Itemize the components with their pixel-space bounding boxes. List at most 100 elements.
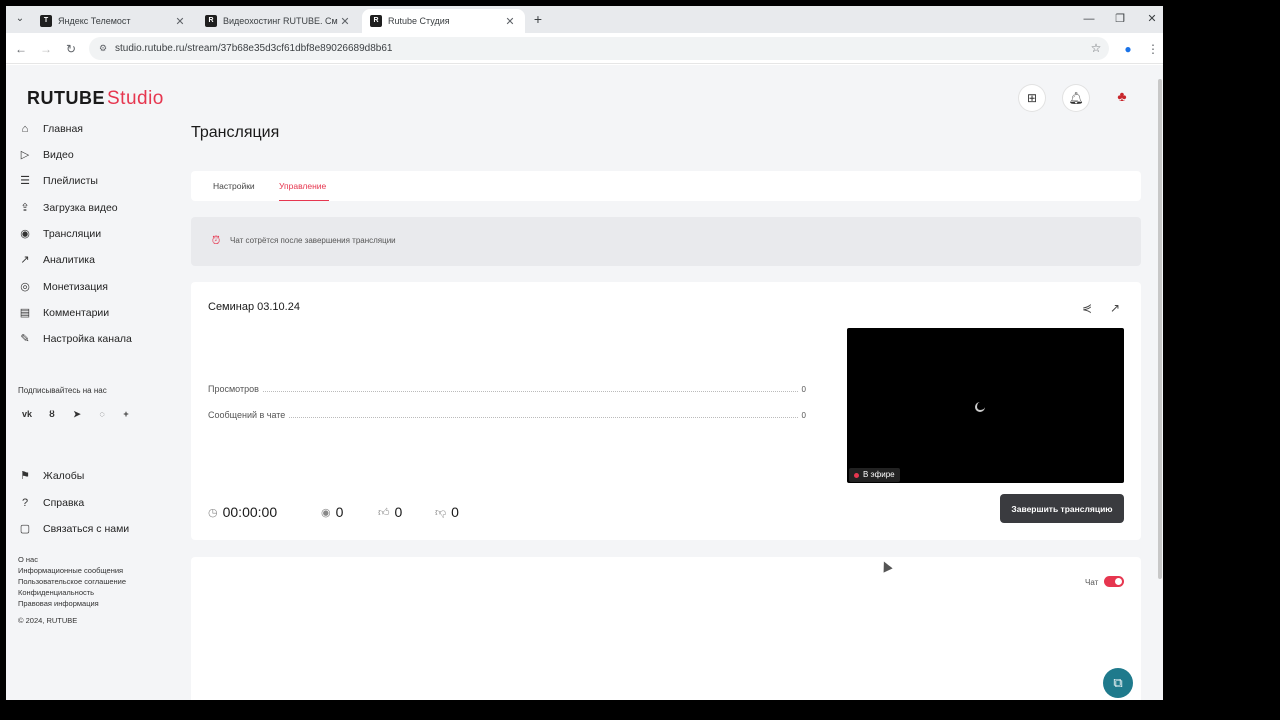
comment-icon: ▤: [19, 307, 31, 319]
thumbs-up-icon: 👍︎: [378, 506, 390, 519]
end-stream-button[interactable]: Завершить трансляцию: [1000, 494, 1124, 523]
likes-value: 0: [394, 504, 403, 520]
thumbs-down-icon: 👎︎: [435, 506, 447, 519]
stat-value: 0: [801, 411, 806, 420]
notifications-button[interactable]: 🔔︎: [1063, 85, 1089, 111]
question-icon: ?: [21, 497, 29, 509]
sidebar-item-analytics[interactable]: ↗ Аналитика: [18, 250, 95, 270]
close-tab-icon[interactable]: ✕: [173, 15, 187, 28]
browser-menu-icon[interactable]: ⋮: [1144, 40, 1162, 58]
broadcast-icon: ◉: [20, 228, 30, 240]
rutube-favicon-icon: R: [370, 15, 382, 27]
tab-management[interactable]: Управление: [279, 181, 326, 191]
restore-icon[interactable]: ❐: [1105, 9, 1135, 29]
page-scrollbar[interactable]: [1156, 65, 1163, 700]
sidebar-item-label: Плейлисты: [43, 175, 98, 187]
sidebar-item-help[interactable]: ? Справка: [18, 493, 84, 513]
viber-icon[interactable]: ◌: [95, 407, 109, 421]
forward-icon[interactable]: →: [37, 40, 55, 58]
sidebar-item-complaints[interactable]: ⚑ Жалобы: [18, 466, 84, 486]
chat-toggle[interactable]: [1104, 576, 1124, 587]
viewers-value: 0: [335, 504, 344, 520]
close-tab-icon[interactable]: ✕: [503, 15, 517, 28]
bookmark-star-icon[interactable]: ☆: [1089, 41, 1103, 55]
odnoklassniki-icon[interactable]: ȣ: [45, 407, 59, 421]
address-bar[interactable]: ⚙ studio.rutube.ru/stream/37b68e35d3cf61…: [89, 37, 1109, 60]
sidebar-item-upload[interactable]: ⇪ Загрузка видео: [18, 198, 118, 218]
tab-title: Видеохостинг RUTUBE. Смотрите: [223, 16, 338, 26]
tab-settings[interactable]: Настройки: [213, 181, 255, 191]
sidebar-item-channel-settings[interactable]: ✎ Настройка канала: [18, 329, 132, 349]
copyright: © 2024, RUTUBE: [18, 616, 78, 625]
tab-title: Rutube Студия: [388, 16, 450, 26]
footer-link-about[interactable]: О нас: [18, 555, 38, 564]
more-social-icon[interactable]: +: [119, 407, 133, 421]
live-badge-label: В эфире: [863, 470, 895, 479]
rutube-favicon-icon: R: [205, 15, 217, 27]
channel-avatar[interactable]: ♣: [1112, 86, 1132, 106]
sidebar-item-contact[interactable]: ▢ Связаться с нами: [18, 519, 129, 539]
sidebar-item-playlists[interactable]: ☰ Плейлисты: [18, 171, 98, 191]
new-tab-icon[interactable]: +: [530, 11, 546, 27]
stat-label: Просмотров: [208, 384, 259, 394]
sidebar-item-home[interactable]: ⌂ Главная: [18, 119, 83, 139]
browser-tab-rutube[interactable]: R Видеохостинг RUTUBE. Смотрите ✕: [197, 9, 360, 33]
close-tab-icon[interactable]: ✕: [338, 15, 352, 28]
page-title: Трансляция: [191, 124, 280, 141]
site-info-icon[interactable]: ⚙: [97, 42, 109, 54]
footer-link-info[interactable]: Информационные сообщения: [18, 566, 123, 575]
footer-link-privacy[interactable]: Конфиденциальность: [18, 588, 94, 597]
dislikes-value: 0: [451, 504, 459, 520]
tab-search-icon[interactable]: ⌄: [12, 11, 28, 27]
viewers-count: ◉ 0: [321, 503, 343, 521]
logo-product: Studio: [107, 88, 164, 109]
sidebar-item-label: Трансляции: [43, 228, 102, 240]
user-icon: ◉: [321, 506, 331, 519]
sidebar-item-monetization[interactable]: ◎ Монетизация: [18, 277, 108, 297]
video-icon: ▷: [20, 149, 30, 161]
sidebar-item-label: Справка: [43, 497, 85, 509]
back-icon[interactable]: ←: [12, 40, 30, 58]
sidebar-item-video[interactable]: ▷ Видео: [18, 145, 74, 165]
stat-dots: [289, 410, 798, 418]
chat-bubble-icon: ▢: [19, 523, 31, 535]
close-window-icon[interactable]: ✕: [1137, 9, 1163, 29]
sidebar-item-label: Аналитика: [43, 254, 95, 266]
sidebar-item-streams[interactable]: ◉ Трансляции: [18, 224, 101, 244]
timer-value: 00:00:00: [222, 504, 278, 520]
telemost-favicon-icon: Т: [40, 15, 52, 27]
studio-page: RUTUBE Studio ⊞ 🔔︎ ♣ ⌂ Главная ▷ Видео ☰ …: [6, 65, 1156, 700]
telegram-icon[interactable]: ➤: [70, 407, 84, 421]
sidebar-item-label: Настройка канала: [43, 333, 132, 345]
wand-icon: ✎: [20, 333, 30, 345]
toggle-knob: [1115, 578, 1122, 585]
reload-icon[interactable]: ↻: [62, 40, 80, 58]
browser-window: ⌄ Т Яндекс Телемост ✕ R Видеохостинг RUT…: [6, 6, 1163, 700]
external-link-icon[interactable]: ↗: [1108, 301, 1122, 315]
page-tabs: Настройки Управление: [191, 171, 1141, 201]
clock-icon: ◷: [208, 506, 218, 519]
support-chat-button[interactable]: ⧉: [1103, 668, 1133, 698]
scrollbar-thumb[interactable]: [1158, 79, 1162, 579]
tab-strip: ⌄ Т Яндекс Телемост ✕ R Видеохостинг RUT…: [6, 6, 1163, 33]
footer-link-legal[interactable]: Правовая информация: [18, 599, 99, 608]
bell-icon: 🔔︎: [1068, 91, 1084, 105]
playlist-icon: ☰: [20, 175, 30, 187]
share-icon[interactable]: ⋞: [1080, 301, 1094, 315]
social-heading: Подписывайтесь на нас: [18, 386, 107, 395]
rutube-studio-logo[interactable]: RUTUBE Studio: [27, 88, 164, 110]
sidebar-item-label: Загрузка видео: [43, 202, 118, 214]
stat-views: Просмотров 0: [208, 384, 806, 396]
minimize-icon[interactable]: —: [1074, 9, 1104, 29]
stream-preview-player[interactable]: В эфире: [847, 328, 1124, 483]
profile-icon[interactable]: ●: [1119, 40, 1137, 58]
active-tab-indicator: [279, 200, 329, 201]
plus-square-icon: ⊞: [1026, 91, 1038, 105]
live-dot-icon: [854, 472, 859, 478]
add-content-button[interactable]: ⊞: [1019, 85, 1045, 111]
vk-icon[interactable]: vk: [20, 407, 34, 421]
browser-tab-telemost[interactable]: Т Яндекс Телемост ✕: [32, 9, 195, 33]
sidebar-item-comments[interactable]: ▤ Комментарии: [18, 303, 109, 323]
browser-tab-studio[interactable]: R Rutube Студия ✕: [362, 9, 525, 33]
footer-link-terms[interactable]: Пользовательское соглашение: [18, 577, 126, 586]
